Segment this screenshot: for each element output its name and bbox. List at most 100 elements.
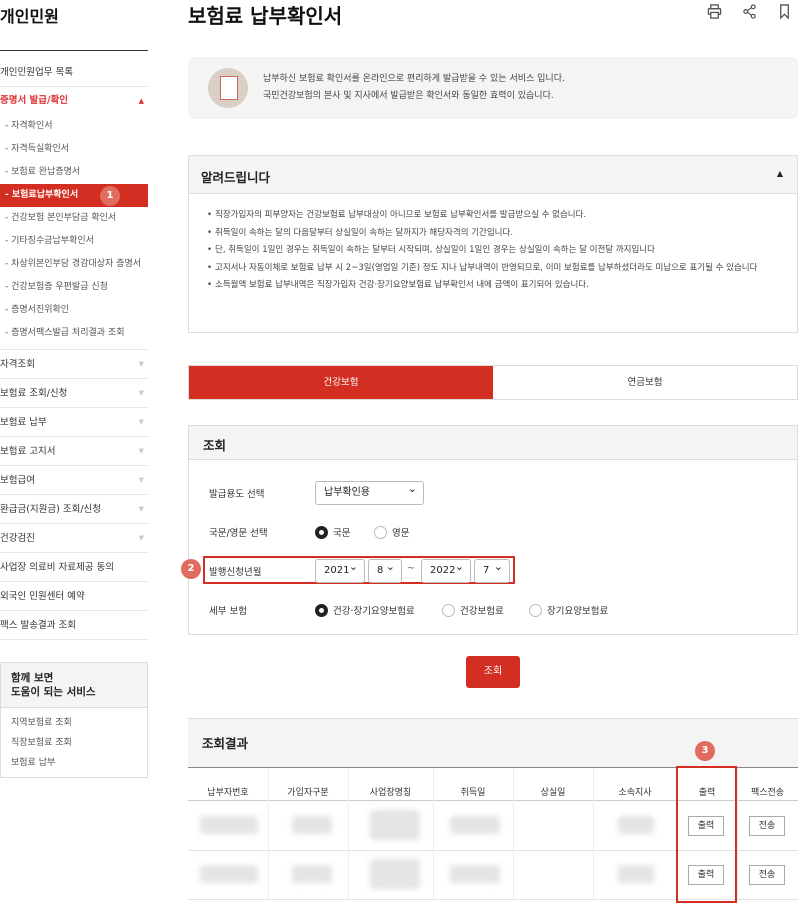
sidebar-item-label: 사업장 의료비 자료제공 동의	[0, 562, 114, 573]
insurance-type-label: 세부 보험	[209, 606, 247, 617]
subitem-label: 건강보험증 우편발급 신청	[11, 282, 108, 292]
tab-pension[interactable]: 연금보험	[493, 366, 797, 399]
subitem-verify[interactable]: - 증명서진위확인	[0, 299, 148, 322]
sidebar-item-list[interactable]: 개인민원업무 목록	[0, 58, 148, 87]
subitem-label: 증명서팩스발급 처리결과 조회	[11, 328, 125, 338]
radio-unchecked-icon	[374, 525, 387, 539]
radio-korean[interactable]: 국문	[315, 525, 350, 539]
tab-health[interactable]: 건강보험	[189, 366, 493, 399]
fax-button[interactable]: 전송	[749, 865, 785, 885]
print-button[interactable]: 출력	[688, 865, 724, 885]
sidebar-divider	[0, 50, 148, 51]
col-header: 가입자구분	[287, 788, 329, 798]
blurred-cell	[200, 816, 258, 834]
blurred-cell	[618, 816, 654, 834]
fax-button[interactable]: 전송	[749, 816, 785, 836]
sidebar-item-label: 보험료 조회/신청	[0, 388, 68, 399]
chevron-up-icon: ▲	[138, 97, 144, 105]
bookmark-icon[interactable]	[773, 4, 795, 26]
purpose-select[interactable]: 납부확인용	[315, 478, 424, 505]
radio-ltc[interactable]: 장기요양보험료	[529, 603, 608, 617]
subitem-label: 건강보험 본인부담금 확인서	[11, 213, 117, 223]
notice-header[interactable]: 알려드립니다 ▲	[189, 156, 797, 194]
range-separator: ~	[407, 563, 415, 574]
print-icon[interactable]	[703, 4, 725, 26]
subitem-gain-loss[interactable]: - 자격득실확인서	[0, 138, 148, 161]
blurred-cell	[292, 865, 332, 883]
subitem-copayment[interactable]: - 건강보험 본인부담금 확인서	[0, 207, 148, 230]
from-month-select[interactable]: 8	[368, 556, 402, 583]
notice-item: 직장가입자의 피부양자는 건강보험료 납부대상이 아니므로 보험료 납부확인서를…	[207, 208, 797, 224]
sidebar-item-lower-5[interactable]: 환급금(지원금) 조회/신청 ▼	[0, 495, 148, 524]
subitem-payment-confirmation[interactable]: - 보험료납부확인서 1	[0, 184, 148, 207]
col-header: 소속지사	[618, 788, 652, 798]
subitem-qualification[interactable]: - 자격확인서	[0, 115, 148, 138]
sidebar-item-lower-4[interactable]: 보험급여 ▼	[0, 466, 148, 495]
radio-label: 영문	[392, 528, 410, 539]
to-year-select[interactable]: 2022	[421, 556, 471, 583]
share-icon[interactable]	[738, 4, 760, 26]
blurred-cell	[618, 865, 654, 883]
sidebar-item-lower-3[interactable]: 보험료 고지서 ▼	[0, 437, 148, 466]
sidebar-item-label: 개인민원업무 목록	[0, 67, 73, 78]
notice-item: 취득일이 속하는 달의 다음달부터 상실일이 속하는 달까지가 해당자격의 기간…	[207, 226, 797, 242]
query-title: 조회	[189, 426, 797, 460]
sidebar-item-label: 환급금(지원금) 조회/신청	[0, 504, 102, 515]
sidebar-item-label: 팩스 발송결과 조회	[0, 620, 76, 631]
chevron-down-icon: ▼	[138, 389, 144, 397]
document-icon	[208, 68, 248, 108]
search-button[interactable]: 조회	[466, 656, 520, 688]
radio-english[interactable]: 영문	[374, 525, 409, 539]
subitem-card-mail[interactable]: - 건강보험증 우편발급 신청	[0, 276, 148, 299]
insurance-tabs: 건강보험 연금보험	[188, 365, 798, 400]
subitem-near-poverty[interactable]: - 차상위본인부담 경감대상자 증명서	[0, 253, 148, 276]
collapse-icon[interactable]: ▲	[777, 169, 783, 178]
sidebar-item-lower-6[interactable]: 건강검진 ▼	[0, 524, 148, 553]
sidebar-item-lower-2[interactable]: 보험료 납부 ▼	[0, 408, 148, 437]
chevron-down-icon: ▼	[138, 418, 144, 426]
radio-label: 건강보험료	[460, 606, 504, 617]
chevron-down-icon: ▼	[138, 534, 144, 542]
subitem-label: 자격확인서	[11, 121, 53, 131]
intro-box: 납부하신 보험료 확인서를 온라인으로 편리하게 발급받을 수 있는 서비스 입…	[188, 57, 798, 119]
subitem-label: 증명서진위확인	[11, 305, 70, 315]
sidebar-item-label: 외국인 민원센터 예약	[0, 591, 85, 602]
chevron-down-icon: ▼	[138, 505, 144, 513]
subitem-label: 차상위본인부담 경감대상자 증명서	[11, 259, 142, 269]
radio-label: 건강·장기요양보험료	[333, 606, 415, 617]
subitem-fax-result[interactable]: - 증명서팩스발급 처리결과 조회	[0, 322, 148, 350]
sidebar-item-label: 보험료 납부	[0, 417, 47, 428]
sidebar-item-lower-7[interactable]: 사업장 의료비 자료제공 동의	[0, 553, 148, 582]
language-label: 국문/영문 선택	[209, 528, 268, 539]
page-title: 보험료 납부확인서	[188, 4, 343, 28]
col-header: 상실일	[540, 788, 566, 798]
radio-unchecked-icon	[529, 603, 542, 617]
related-link[interactable]: 지역보험료 조회	[1, 713, 147, 733]
sidebar-item-label: 증명서 발급/확인	[0, 95, 68, 106]
sidebar-item-lower-1[interactable]: 보험료 조회/신청 ▼	[0, 379, 148, 408]
notice-panel: 알려드립니다 ▲ 직장가입자의 피부양자는 건강보험료 납부대상이 아니므로 보험…	[188, 155, 798, 333]
step-badge-2: 2	[181, 559, 201, 579]
sidebar-item-lower-9[interactable]: 팩스 발송결과 조회	[0, 611, 148, 640]
to-month-select[interactable]: 7	[474, 556, 510, 583]
related-link[interactable]: 직장보험료 조회	[1, 733, 147, 753]
subitem-other-collection[interactable]: - 기타징수금납부확인서	[0, 230, 148, 253]
related-link[interactable]: 보험료 납부	[1, 753, 147, 773]
blurred-cell	[450, 865, 500, 883]
print-button[interactable]: 출력	[688, 816, 724, 836]
chevron-down-icon: ▼	[138, 476, 144, 484]
subitem-full-payment[interactable]: - 보험료 완납증명서	[0, 161, 148, 184]
radio-health[interactable]: 건강보험료	[442, 603, 504, 617]
sidebar-title: 개인민원	[0, 7, 59, 26]
related-services-title: 함께 보면 도움이 되는 서비스	[1, 663, 147, 708]
sidebar-item-lower-8[interactable]: 외국인 민원센터 예약	[0, 582, 148, 611]
from-year-select[interactable]: 2021	[315, 556, 365, 583]
sidebar-item-lower-0[interactable]: 자격조회 ▼	[0, 350, 148, 379]
radio-label: 국문	[333, 528, 351, 539]
radio-checked-icon	[315, 525, 328, 539]
subitem-label: 자격득실확인서	[11, 144, 70, 154]
radio-unchecked-icon	[442, 603, 455, 617]
blurred-cell	[370, 859, 420, 889]
radio-health-ltc[interactable]: 건강·장기요양보험료	[315, 603, 415, 617]
sidebar-item-certificates[interactable]: 증명서 발급/확인 ▲	[0, 87, 148, 115]
